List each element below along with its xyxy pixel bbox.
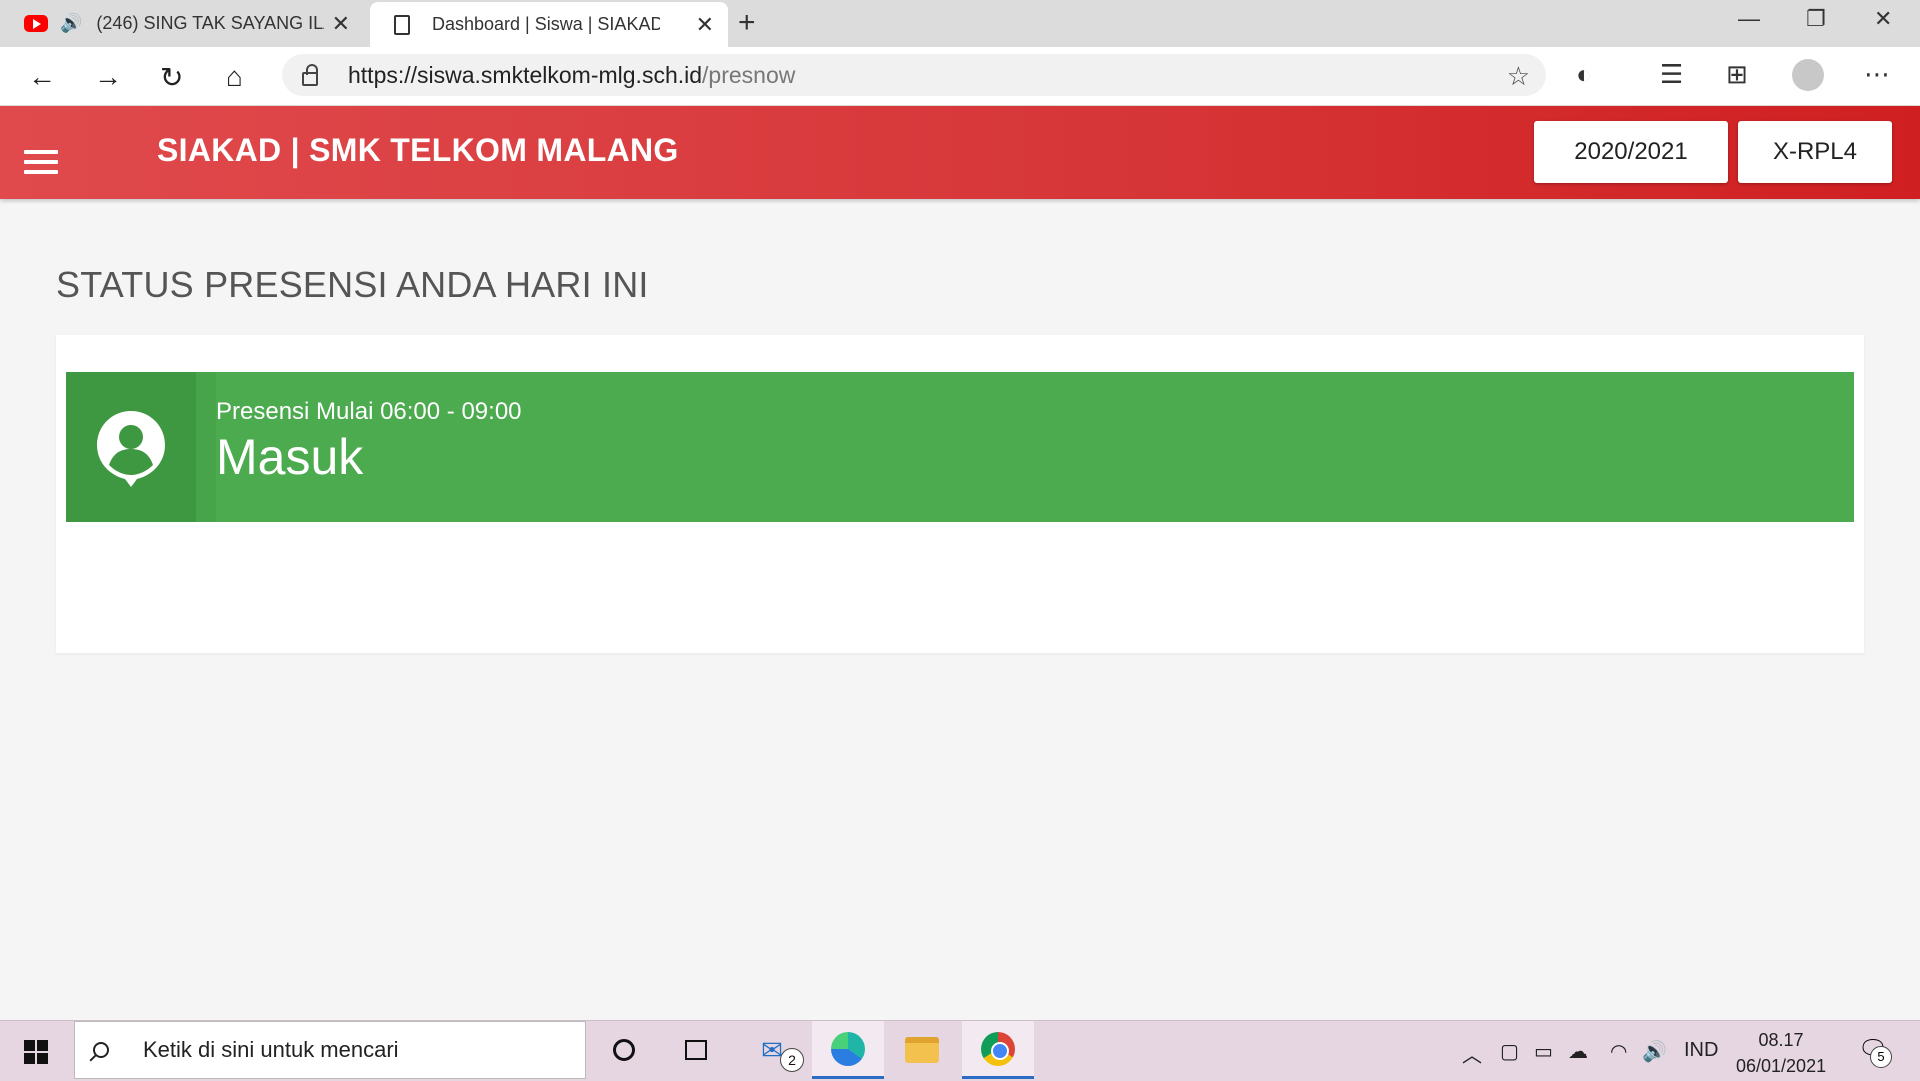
task-view-button[interactable]	[660, 1021, 732, 1079]
wifi-icon[interactable]: ◠	[1610, 1039, 1627, 1064]
mail-badge: 2	[780, 1048, 804, 1072]
close-tab-icon[interactable]: ✕	[696, 12, 714, 38]
page-title: STATUS PRESENSI ANDA HARI INI	[56, 264, 649, 305]
notification-badge: 5	[1870, 1046, 1892, 1068]
search-icon	[93, 1042, 109, 1058]
cortana-icon	[613, 1039, 635, 1061]
onedrive-icon[interactable]: ☁	[1568, 1039, 1588, 1064]
forward-icon[interactable]: →	[94, 61, 122, 93]
browser-tab-youtube[interactable]: 🔊 (246) SING TAK SAYANG ILANG ✕	[0, 0, 364, 47]
url-origin: https://siswa.smktelkom-mlg.sch.id	[348, 61, 703, 88]
clock-time: 08.17	[1758, 1030, 1804, 1050]
browser-tabstrip: 🔊 (246) SING TAK SAYANG ILANG ✕ Dashboar…	[0, 0, 1920, 47]
favorites-icon[interactable]: ☰	[1660, 59, 1683, 90]
meet-now-icon[interactable]: ▢	[1500, 1039, 1519, 1064]
class-button[interactable]: X-RPL4	[1738, 121, 1892, 183]
academic-year-button[interactable]: 2020/2021	[1534, 121, 1728, 183]
close-tab-icon[interactable]: ✕	[332, 11, 350, 37]
profile-avatar[interactable]	[1792, 59, 1824, 91]
refresh-icon[interactable]: ↻	[160, 61, 183, 94]
windows-taskbar: Ketik di sini untuk mencari ✉ ︿ ▢ ▭ ☁ ◠ …	[0, 1020, 1920, 1081]
status-stripe	[196, 372, 216, 522]
browser-tab-dashboard[interactable]: Dashboard | Siswa | SIAKAD SMK ✕	[370, 2, 728, 47]
windows-start-icon[interactable]	[24, 1040, 48, 1064]
youtube-icon	[24, 15, 48, 32]
tab-title: Dashboard | Siswa | SIAKAD SMK	[432, 14, 660, 34]
status-icon-panel	[66, 372, 196, 522]
speaker-icon[interactable]: 🔊	[60, 13, 82, 34]
edge-icon	[831, 1031, 865, 1066]
home-icon[interactable]: ⌂	[226, 61, 243, 93]
lock-icon[interactable]	[302, 64, 318, 86]
app-title: SIAKAD | SMK TELKOM MALANG	[157, 132, 679, 168]
collections-icon[interactable]: ⊞	[1726, 59, 1748, 90]
back-icon[interactable]: ←	[28, 61, 56, 93]
edge-app-button[interactable]	[812, 1021, 884, 1079]
address-bar[interactable]: https://siswa.smktelkom-mlg.sch.id/presn…	[282, 54, 1546, 96]
taskbar-search-input[interactable]: Ketik di sini untuk mencari	[74, 1021, 586, 1079]
input-language[interactable]: IND	[1684, 1039, 1718, 1062]
show-hidden-icons-icon[interactable]: ︿	[1462, 1039, 1482, 1068]
tab-title: (246) SING TAK SAYANG ILANG	[96, 13, 324, 33]
task-view-icon	[685, 1040, 707, 1060]
hamburger-menu-icon[interactable]	[24, 150, 58, 180]
chrome-app-button[interactable]	[962, 1021, 1034, 1079]
url-path: /presnow	[702, 61, 796, 88]
close-window-icon[interactable]: ✕	[1874, 6, 1892, 32]
cortana-button[interactable]	[588, 1021, 660, 1079]
folder-icon	[905, 1037, 939, 1063]
document-icon	[394, 14, 410, 35]
file-explorer-button[interactable]	[886, 1021, 958, 1079]
more-menu-icon[interactable]: ⋯	[1864, 59, 1890, 90]
attendance-status-box[interactable]: Presensi Mulai 06:00 - 09:00 Masuk	[66, 372, 1854, 522]
battery-icon[interactable]: ▭	[1534, 1039, 1553, 1064]
extension-icon[interactable]: ◐	[1576, 59, 1592, 90]
attendance-card: Presensi Mulai 06:00 - 09:00 Masuk	[56, 335, 1864, 653]
browser-toolbar: ← → ↻ ⌂ https://siswa.smktelkom-mlg.sch.…	[0, 47, 1920, 106]
system-clock[interactable]: 08.17 06/01/2021	[1736, 1027, 1826, 1079]
restore-icon[interactable]: ❐	[1806, 6, 1826, 32]
attendance-status-label: Masuk	[216, 429, 364, 485]
new-tab-icon[interactable]: +	[738, 6, 756, 40]
url-text[interactable]: https://siswa.smktelkom-mlg.sch.id/presn…	[348, 62, 795, 89]
app-header: SIAKAD | SMK TELKOM MALANG 2020/2021 X-R…	[0, 106, 1920, 199]
clock-date: 06/01/2021	[1736, 1056, 1827, 1076]
volume-icon[interactable]: 🔊	[1642, 1039, 1667, 1064]
chrome-icon	[981, 1031, 1015, 1066]
search-placeholder: Ketik di sini untuk mencari	[143, 1037, 399, 1062]
attendance-time-range: Presensi Mulai 06:00 - 09:00	[216, 398, 522, 425]
favorite-star-icon[interactable]: ☆	[1507, 61, 1530, 92]
minimize-icon[interactable]: —	[1738, 6, 1760, 32]
user-pin-icon	[97, 411, 165, 487]
